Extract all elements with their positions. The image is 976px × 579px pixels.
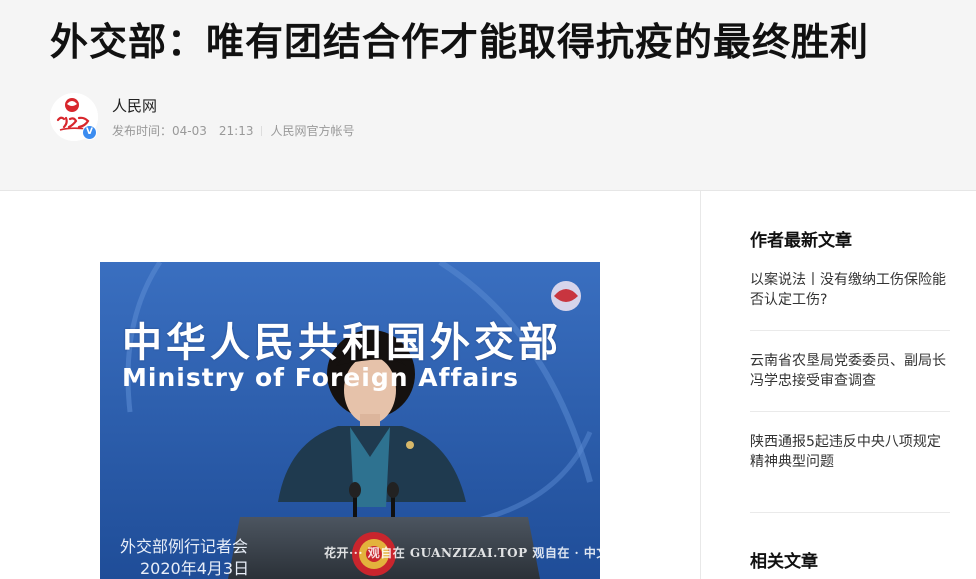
publish-meta: 发布时间：04-03 21:13 人民网官方帐号 bbox=[112, 123, 355, 139]
latest-article-link[interactable]: 以案说法丨没有缴纳工伤保险能否认定工伤? bbox=[750, 270, 950, 310]
publish-label: 发布时间： bbox=[112, 124, 173, 138]
author-name[interactable]: 人民网 bbox=[112, 96, 157, 116]
backdrop-chinese-text: 中华人民共和国外交部 bbox=[122, 320, 562, 366]
publish-date: 04-03 bbox=[172, 124, 207, 138]
backdrop-english-text: Ministry of Foreign Affairs bbox=[122, 363, 519, 392]
article-photo[interactable]: 中华人民共和国外交部 Ministry of Foreign Affairs 外… bbox=[100, 262, 600, 579]
article-header: 外交部：唯有团结合作才能取得抗疫的最终胜利 V 人民网 发布时间：04-03 21… bbox=[0, 0, 976, 191]
list-divider bbox=[750, 330, 950, 331]
latest-article-link[interactable]: 云南省农垦局党委委员、副局长冯学忠接受审查调查 bbox=[750, 351, 950, 391]
list-divider bbox=[750, 512, 950, 513]
latest-articles-heading: 作者最新文章 bbox=[750, 231, 852, 251]
related-articles-heading: 相关文章 bbox=[750, 552, 818, 572]
photo-caption-date: 2020年4月3日 bbox=[140, 559, 250, 578]
photo-caption-event: 外交部例行记者会 bbox=[120, 537, 249, 556]
meta-divider bbox=[261, 126, 263, 136]
verified-badge-icon: V bbox=[82, 125, 97, 140]
publish-time: 21:13 bbox=[218, 124, 254, 138]
account-note: 人民网官方帐号 bbox=[270, 124, 355, 138]
ministry-emblem-icon bbox=[551, 281, 581, 311]
latest-article-link[interactable]: 陕西通报5起违反中央八项规定精神典型问题 bbox=[750, 432, 950, 472]
column-divider bbox=[700, 191, 701, 579]
article-title: 外交部：唯有团结合作才能取得抗疫的最终胜利 bbox=[50, 20, 870, 64]
photo-watermark: 花开··· 观自在 GUANZIZAI.TOP 观自在 · 中文良品 bbox=[324, 546, 634, 560]
list-divider bbox=[750, 411, 950, 412]
